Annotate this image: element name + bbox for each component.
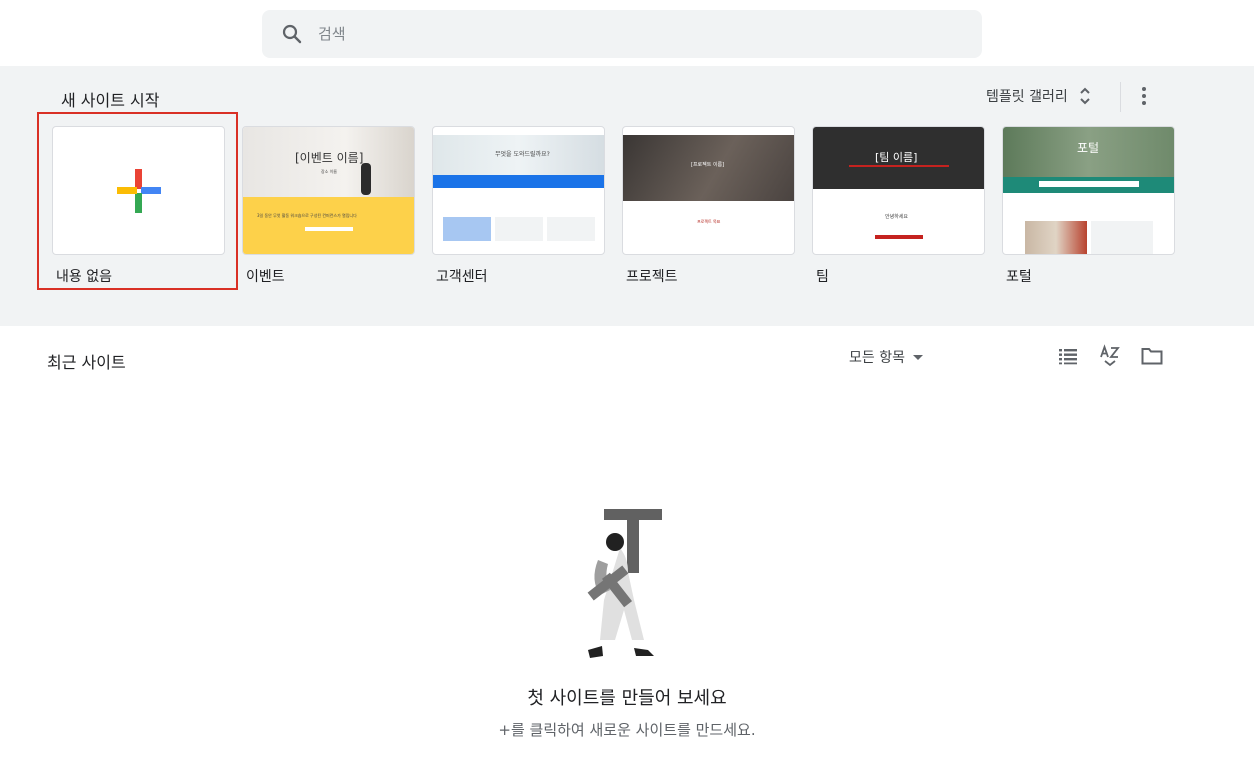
template-card-team[interactable]: [팀 이름] 안녕하세요 팀 — [812, 126, 985, 286]
arrow-drop-down-icon — [912, 354, 923, 360]
template-card-portal[interactable]: 포털 포털 — [1002, 126, 1175, 286]
thumb-title: [이벤트 이름] — [295, 151, 364, 165]
more-vert-icon[interactable] — [1132, 84, 1156, 108]
thumb-title: 무엇을 도와드릴까요? — [495, 151, 550, 158]
template-thumbnail[interactable]: 포털 — [1002, 126, 1175, 255]
owner-filter-label: 모든 항목 — [849, 350, 905, 366]
empty-state-title: 첫 사이트를 만들어 보세요 — [527, 688, 727, 709]
search-icon[interactable] — [280, 22, 304, 46]
portal-tile — [1091, 221, 1153, 254]
template-thumbnail[interactable]: [이벤트 이름] 장소 이름 3일 동안 무엇 활동 워크숍으로 구성된 컨퍼런… — [242, 126, 415, 255]
template-card-help-center[interactable]: 무엇을 도와드릴까요? 고객센터 — [432, 126, 605, 286]
thumb-title: [팀 이름] — [875, 151, 918, 164]
help-tile — [547, 217, 595, 241]
help-blue-band — [433, 175, 604, 188]
selection-outline — [37, 112, 238, 290]
top-bar — [0, 0, 1254, 66]
thumb-title: 포털 — [1077, 141, 1100, 155]
template-thumbnail[interactable]: [팀 이름] 안녕하세요 — [812, 126, 985, 255]
template-label: 고객센터 — [436, 269, 488, 285]
portal-search-field — [1039, 181, 1139, 187]
template-label: 포털 — [1006, 269, 1032, 285]
help-tile — [495, 217, 543, 241]
template-gallery-button[interactable]: 템플릿 갤러리 — [986, 86, 1092, 106]
team-underline — [849, 165, 949, 167]
template-gallery-label: 템플릿 갤러리 — [986, 89, 1068, 105]
template-thumbnail[interactable]: [프로젝트 이름] 프로젝트 목표 — [622, 126, 795, 255]
template-label: 팀 — [816, 269, 829, 285]
thumb-subtitle: 장소 이름 — [321, 169, 337, 174]
template-label: 프로젝트 — [626, 269, 678, 285]
folder-icon[interactable] — [1140, 344, 1164, 368]
thumb-text: 3일 동안 무엇 활동 워크숍으로 구성된 컨퍼런스가 열립니다 — [257, 213, 357, 218]
search-box[interactable] — [262, 10, 982, 58]
template-card-event[interactable]: [이벤트 이름] 장소 이름 3일 동안 무엇 활동 워크숍으로 구성된 컨퍼런… — [242, 126, 415, 286]
empty-state-illustration — [587, 509, 662, 658]
list-view-icon[interactable] — [1056, 344, 1080, 368]
empty-state-subtitle: +를 클릭하여 새로운 사이트를 만드세요. — [498, 721, 756, 739]
thumb-button — [875, 235, 923, 239]
unfold-icon — [1080, 87, 1090, 105]
recent-sites-title: 최근 사이트 — [47, 353, 126, 372]
template-thumbnail[interactable]: 무엇을 도와드릴까요? — [432, 126, 605, 255]
thumb-title: [프로젝트 이름] — [691, 162, 725, 168]
thumb-button — [305, 227, 353, 231]
owner-filter-dropdown[interactable]: 모든 항목 — [849, 347, 923, 367]
search-input[interactable] — [318, 25, 918, 43]
template-label: 이벤트 — [246, 269, 285, 285]
project-hero-image — [623, 135, 794, 201]
portal-photo — [1025, 221, 1087, 254]
event-yellow-band — [243, 197, 414, 254]
recent-sites-bar: 최근 사이트 모든 항목 — [0, 326, 1254, 386]
section-title: 새 사이트 시작 — [61, 91, 160, 110]
thumb-text: 안녕하세요 — [885, 214, 909, 220]
sort-az-icon[interactable] — [1098, 344, 1122, 368]
person-figure — [361, 163, 371, 195]
toolbar-divider — [1120, 82, 1121, 112]
template-section: 새 사이트 시작 템플릿 갤러리 내용 없음 [이벤트 이름] 장소 이름 3일… — [0, 66, 1254, 326]
help-tile — [443, 217, 491, 241]
template-card-project[interactable]: [프로젝트 이름] 프로젝트 목표 프로젝트 — [622, 126, 795, 286]
thumb-text: 프로젝트 목표 — [697, 219, 721, 224]
